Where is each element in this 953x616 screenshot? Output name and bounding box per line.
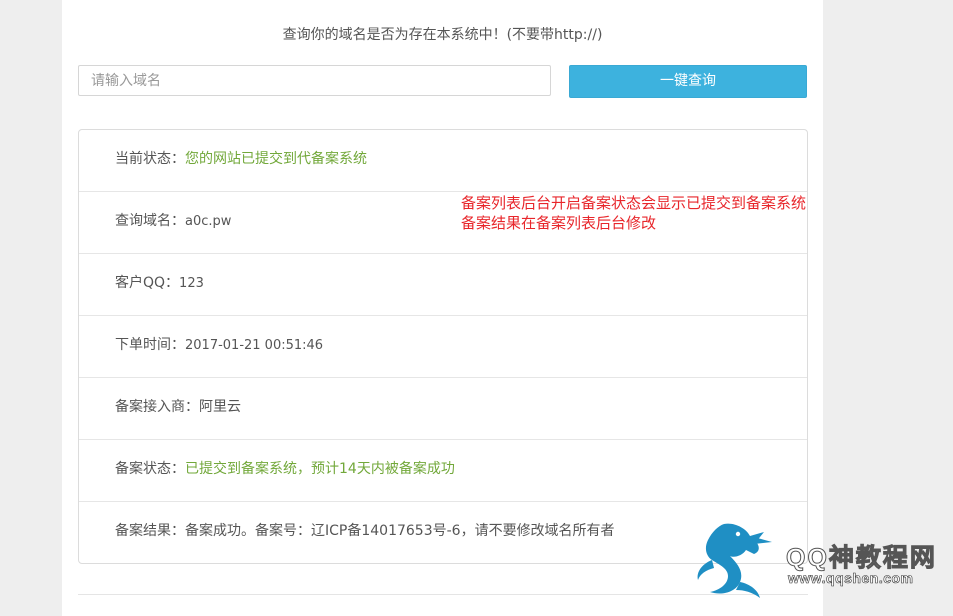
row-label: 备案接入商： — [115, 399, 199, 415]
customer-qq-value: 123 — [179, 276, 204, 291]
row-label: 客户QQ： — [115, 275, 180, 291]
watermark-url: www.qqshen.com — [788, 570, 914, 587]
row-label: 查询域名： — [115, 213, 185, 229]
result-row-provider: 备案接入商：阿里云 — [79, 378, 807, 440]
filing-result-value: 备案成功。备案号：辽ICP备14017653号-6，请不要修改域名所有者 — [185, 523, 615, 539]
provider-value: 阿里云 — [199, 399, 241, 415]
annotation-line-2: 备案结果在备案列表后台修改 — [461, 214, 657, 232]
result-row-order-time: 下单时间：2017-01-21 00:51:46 — [79, 316, 807, 378]
filing-status-value: 已提交到备案系统，预计14天内被备案成功 — [185, 461, 455, 477]
row-label: 当前状态： — [115, 151, 185, 167]
watermark: QQ神教程网 www.qqshen.com — [694, 520, 944, 600]
dragon-logo-icon — [697, 523, 772, 598]
current-status-value: 您的网站已提交到代备案系统 — [185, 151, 367, 167]
annotation-note: 备案列表后台开启备案状态会显示已提交到备案系统 备案结果在备案列表后台修改 — [461, 193, 806, 233]
watermark-title: QQ神教程网 — [786, 544, 937, 573]
domain-value: a0c.pw — [185, 214, 232, 229]
row-label: 备案状态： — [115, 461, 185, 477]
annotation-line-1: 备案列表后台开启备案状态会显示已提交到备案系统 — [461, 194, 807, 212]
order-time-value: 2017-01-21 00:51:46 — [185, 338, 324, 353]
page-title: 查询你的域名是否为存在本系统中！(不要带http://) — [282, 27, 603, 43]
query-button[interactable]: 一键查询 — [569, 65, 807, 98]
result-row-current-status: 当前状态：您的网站已提交到代备案系统 — [79, 130, 807, 192]
domain-search-input[interactable] — [78, 65, 551, 96]
result-row-filing-status: 备案状态：已提交到备案系统，预计14天内被备案成功 — [79, 440, 807, 502]
row-label: 备案结果： — [115, 523, 185, 539]
row-label: 下单时间： — [115, 337, 185, 353]
result-row-customer-qq: 客户QQ：123 — [79, 254, 807, 316]
